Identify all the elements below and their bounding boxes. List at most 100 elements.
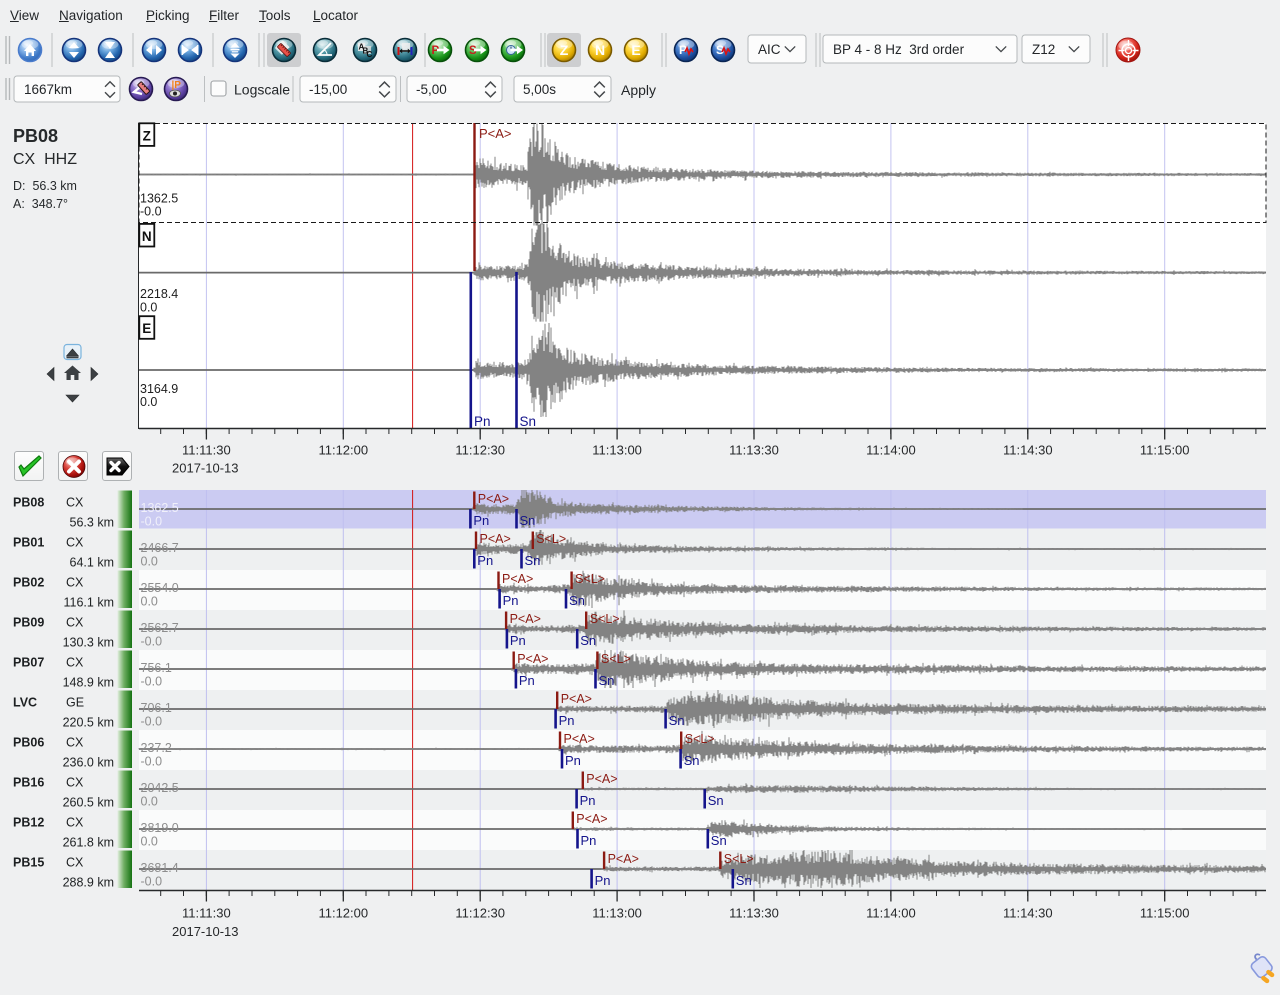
svg-text:Sn: Sn — [708, 793, 724, 808]
svg-text:P<A>: P<A> — [586, 772, 617, 786]
svg-text:PB12: PB12 — [13, 816, 44, 830]
svg-text:S<L>: S<L> — [724, 852, 754, 866]
svg-text:236.0 km: 236.0 km — [63, 756, 114, 770]
svg-text:3681.4: 3681.4 — [141, 861, 179, 875]
svg-text:Pn: Pn — [559, 713, 575, 728]
svg-text:11:15:00: 11:15:00 — [1140, 443, 1190, 458]
svg-text:5,00s: 5,00s — [523, 82, 556, 97]
svg-text:Pn: Pn — [580, 793, 596, 808]
svg-text:11:13:30: 11:13:30 — [729, 443, 779, 458]
svg-text:11:12:30: 11:12:30 — [455, 906, 505, 921]
svg-text:Pn: Pn — [474, 414, 491, 429]
svg-text:-0.0: -0.0 — [141, 755, 163, 769]
svg-text:64.1 km: 64.1 km — [70, 556, 114, 570]
svg-text:11:12:00: 11:12:00 — [318, 906, 368, 921]
svg-text:PB07: PB07 — [13, 656, 44, 670]
svg-text:-0.0: -0.0 — [141, 715, 163, 729]
svg-text:S<L>: S<L> — [575, 572, 605, 586]
svg-text:Pn: Pn — [565, 753, 581, 768]
svg-text:S<L>: S<L> — [590, 612, 620, 626]
svg-text:Pn: Pn — [581, 833, 597, 848]
svg-text:P<A>: P<A> — [502, 572, 533, 586]
svg-text:AIC: AIC — [758, 42, 781, 57]
svg-text:C: C — [367, 50, 373, 59]
svg-text:130.3 km: 130.3 km — [63, 636, 114, 650]
svg-text:0.0: 0.0 — [141, 595, 158, 609]
svg-text:PB15: PB15 — [13, 856, 44, 870]
svg-text:0.0: 0.0 — [141, 555, 158, 569]
svg-text:CX: CX — [66, 656, 84, 670]
svg-text:|P: |P — [172, 80, 182, 91]
svg-text:Sn: Sn — [580, 633, 596, 648]
svg-text:-5,00: -5,00 — [416, 82, 447, 97]
svg-text:P<A>: P<A> — [608, 852, 639, 866]
svg-text:Sn: Sn — [599, 673, 615, 688]
svg-text:Z: Z — [143, 128, 151, 143]
svg-text:P<A>: P<A> — [478, 492, 509, 506]
svg-text:261.8 km: 261.8 km — [63, 836, 114, 850]
svg-text:PB08: PB08 — [13, 496, 44, 510]
svg-text:2042.5: 2042.5 — [141, 781, 179, 795]
svg-text:CX: CX — [66, 496, 84, 510]
svg-text:0.0: 0.0 — [141, 795, 158, 809]
svg-text:S<L>: S<L> — [685, 732, 715, 746]
svg-text:288.9 km: 288.9 km — [63, 876, 114, 890]
svg-text:11:15:00: 11:15:00 — [1140, 906, 1190, 921]
svg-text:CX: CX — [66, 616, 84, 630]
svg-text:PB06: PB06 — [13, 736, 44, 750]
svg-text:11:12:30: 11:12:30 — [455, 443, 505, 458]
svg-text:S<L>: S<L> — [601, 652, 631, 666]
svg-text:P<A>: P<A> — [561, 692, 592, 706]
svg-text:LVC: LVC — [13, 696, 37, 710]
svg-text:1362.5: 1362.5 — [141, 501, 179, 515]
svg-text:2466.7: 2466.7 — [141, 541, 179, 555]
svg-text:11:14:30: 11:14:30 — [1003, 906, 1053, 921]
svg-text:GE: GE — [66, 696, 84, 710]
svg-text:CX: CX — [66, 856, 84, 870]
svg-text:Sn: Sn — [736, 873, 752, 888]
svg-text:11:14:00: 11:14:00 — [866, 443, 916, 458]
svg-text:S<L>: S<L> — [536, 532, 566, 546]
svg-text:Pn: Pn — [503, 593, 519, 608]
svg-text:Logscale: Logscale — [234, 82, 290, 98]
svg-text:P<A>: P<A> — [576, 812, 607, 826]
svg-text:2218.4: 2218.4 — [140, 287, 178, 301]
svg-text:2017-10-13: 2017-10-13 — [172, 924, 239, 939]
svg-text:11:13:00: 11:13:00 — [592, 443, 642, 458]
svg-text:CX: CX — [66, 576, 84, 590]
svg-text:756.1: 756.1 — [141, 661, 172, 675]
svg-text:Sn: Sn — [711, 833, 727, 848]
svg-text:-0.0: -0.0 — [141, 635, 163, 649]
svg-text:E: E — [631, 42, 640, 58]
svg-text:0.0: 0.0 — [140, 301, 157, 315]
svg-text:Z: Z — [560, 42, 569, 58]
svg-text:Sn: Sn — [520, 414, 537, 429]
svg-text:-0.0: -0.0 — [140, 205, 162, 219]
svg-text:706.1: 706.1 — [141, 701, 172, 715]
svg-text:PB02: PB02 — [13, 576, 44, 590]
svg-text:-0.0: -0.0 — [141, 515, 163, 529]
svg-text:Pn: Pn — [510, 633, 526, 648]
svg-text:11:12:00: 11:12:00 — [318, 443, 368, 458]
svg-text:-0.0: -0.0 — [141, 875, 163, 889]
svg-text:CX: CX — [66, 536, 84, 550]
svg-text:56.3 km: 56.3 km — [70, 516, 114, 530]
svg-text:Pn: Pn — [473, 513, 489, 528]
svg-text:Pn: Pn — [519, 673, 535, 688]
svg-text:Sn: Sn — [669, 713, 685, 728]
svg-text:1667km: 1667km — [24, 82, 72, 97]
svg-text:E: E — [142, 321, 151, 336]
svg-text:P<A>: P<A> — [564, 732, 595, 746]
svg-text:11:13:30: 11:13:30 — [729, 906, 779, 921]
svg-text:3164.9: 3164.9 — [140, 382, 178, 396]
svg-text:11:11:30: 11:11:30 — [182, 906, 231, 921]
svg-text:260.5 km: 260.5 km — [63, 796, 114, 810]
svg-text:PB01: PB01 — [13, 536, 44, 550]
svg-text:Apply: Apply — [621, 82, 656, 98]
svg-text:237.2: 237.2 — [141, 741, 172, 755]
svg-text:Sn: Sn — [525, 553, 541, 568]
svg-text:Pn: Pn — [595, 873, 611, 888]
svg-text:11:11:30: 11:11:30 — [182, 443, 231, 458]
svg-text:PB09: PB09 — [13, 616, 44, 630]
svg-text:Z12: Z12 — [1032, 42, 1055, 57]
